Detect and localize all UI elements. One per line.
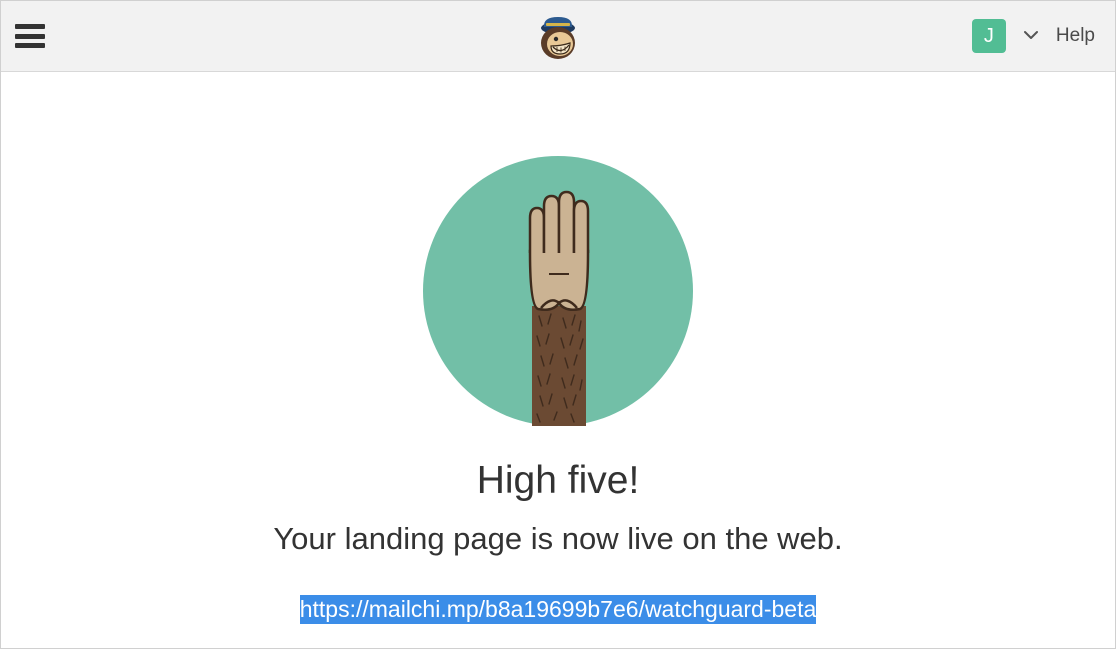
account-dropdown-caret[interactable] [1024,27,1038,45]
landing-page-url[interactable]: https://mailchi.mp/b8a19699b7e6/watchgua… [300,595,817,624]
help-link[interactable]: Help [1056,25,1095,47]
main-content: High five! Your landing page is now live… [1,72,1115,624]
page-title: High five! [477,459,640,503]
header-right-group: J Help [972,19,1101,53]
hamburger-menu-icon[interactable] [15,24,45,48]
page-subtitle: Your landing page is now live on the web… [273,521,842,557]
mailchimp-logo[interactable] [534,14,582,67]
avatar-initial: J [984,25,994,48]
user-avatar[interactable]: J [972,19,1006,53]
app-header: J Help [1,1,1115,72]
high-five-illustration [423,156,693,431]
